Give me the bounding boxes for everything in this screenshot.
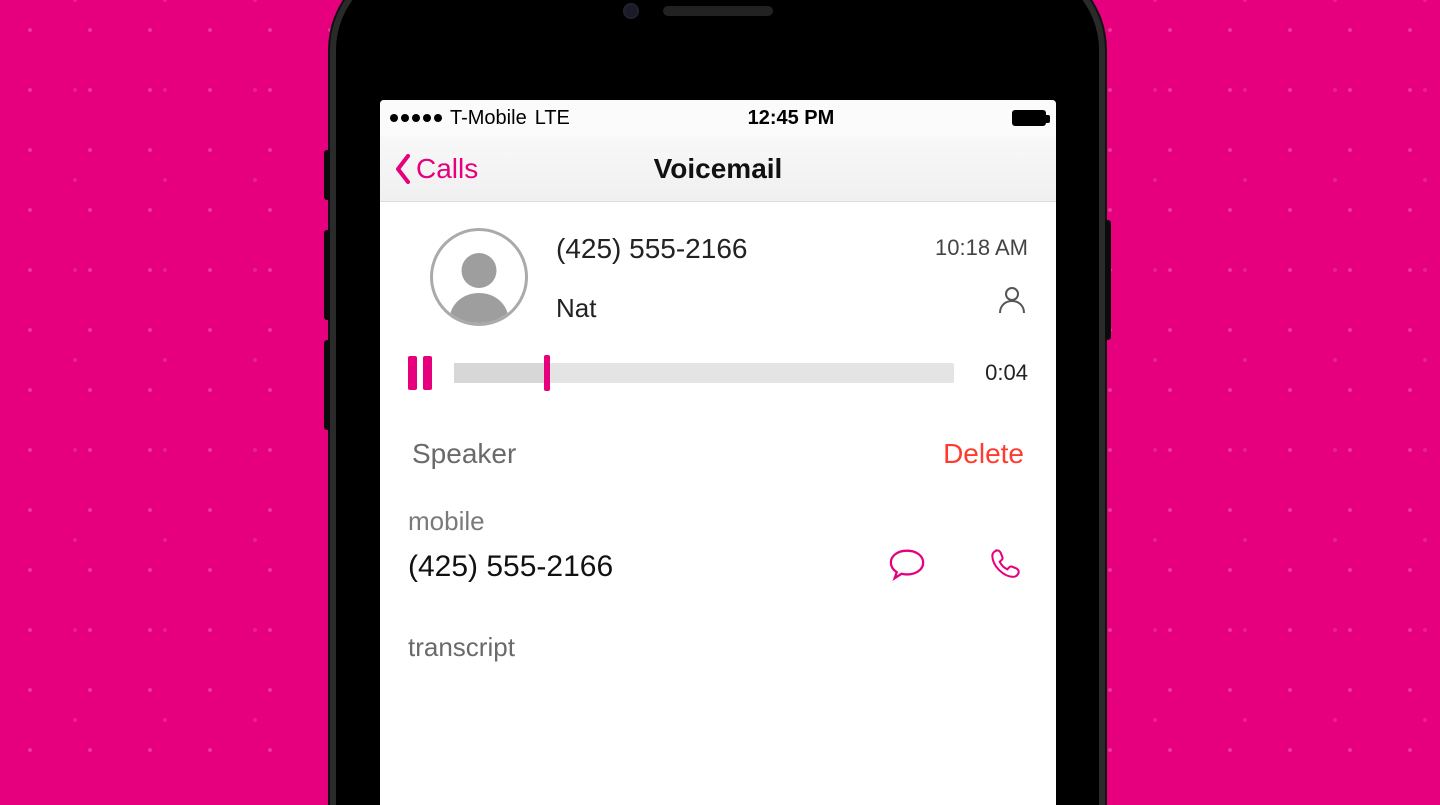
callback-number: (425) 555-2166 <box>408 550 613 584</box>
caller-name: Nat <box>556 293 907 324</box>
phone-frame: T-Mobile LTE 12:45 PM Calls Voicemail <box>330 0 1105 805</box>
page-title: Voicemail <box>380 153 1056 185</box>
nav-bar: Calls Voicemail <box>380 136 1056 202</box>
clock-label: 12:45 PM <box>570 107 1012 130</box>
signal-strength-icon <box>390 114 442 122</box>
action-row: Speaker Delete <box>408 400 1028 500</box>
speech-bubble-icon <box>888 547 926 581</box>
phone-handset-icon <box>986 547 1024 581</box>
avatar <box>430 228 528 326</box>
call-button[interactable] <box>986 547 1024 586</box>
volume-down-button <box>324 340 330 430</box>
pause-button[interactable] <box>408 356 432 390</box>
network-label: LTE <box>535 107 570 130</box>
status-bar: T-Mobile LTE 12:45 PM <box>380 100 1056 136</box>
transcript-label: transcript <box>408 632 1028 663</box>
playback-controls: 0:04 <box>408 344 1028 400</box>
elapsed-time: 0:04 <box>976 360 1028 386</box>
delete-button[interactable]: Delete <box>943 438 1024 470</box>
message-button[interactable] <box>888 547 926 586</box>
caller-row: (425) 555-2166 Nat 10:18 AM <box>408 202 1028 344</box>
speaker-button[interactable]: Speaker <box>412 438 516 470</box>
callback-row: (425) 555-2166 <box>408 537 1028 614</box>
pause-icon <box>408 356 417 390</box>
playback-handle[interactable] <box>544 355 550 391</box>
battery-icon <box>1012 110 1046 126</box>
contact-icon <box>996 283 1028 315</box>
person-silhouette-icon <box>439 243 519 323</box>
chevron-left-icon <box>394 154 412 184</box>
pause-icon <box>423 356 432 390</box>
received-time: 10:18 AM <box>935 235 1028 261</box>
contact-card-button[interactable] <box>996 283 1028 320</box>
carrier-label: T-Mobile <box>450 107 527 130</box>
back-button[interactable]: Calls <box>394 153 478 185</box>
mute-switch <box>324 150 330 200</box>
power-button <box>1105 220 1111 340</box>
phone-screen: T-Mobile LTE 12:45 PM Calls Voicemail <box>380 100 1056 805</box>
playback-scrubber[interactable] <box>454 363 954 383</box>
back-label: Calls <box>416 153 478 185</box>
playback-progress-fill <box>454 363 544 383</box>
caller-phone-number: (425) 555-2166 <box>556 233 907 265</box>
phone-type-label: mobile <box>408 506 1028 537</box>
volume-up-button <box>324 230 330 320</box>
